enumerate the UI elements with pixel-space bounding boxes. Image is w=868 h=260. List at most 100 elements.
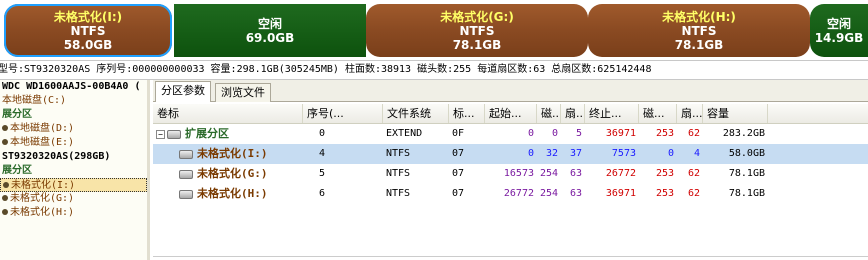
partition-block-h[interactable]: 未格式化(H:) NTFS 78.1GB xyxy=(588,4,810,57)
free-space-block-1[interactable]: 空闲 69.0GB xyxy=(174,4,366,57)
row-start-sector: 63 xyxy=(569,168,582,179)
tree-partition-h[interactable]: 未格式化(H:) xyxy=(0,206,147,220)
row-start-cyl: 0 xyxy=(527,148,534,159)
row-capacity: 78.1GB xyxy=(728,188,765,199)
table-row[interactable]: 未格式化(H:) 6 NTFS 07 26772 254 63 36971 25… xyxy=(153,184,868,204)
col-header-capacity[interactable]: 容量 xyxy=(703,104,768,123)
row-start-sector: 5 xyxy=(575,128,582,139)
row-id: 07 xyxy=(452,148,465,159)
row-start-head: 254 xyxy=(540,168,559,179)
col-header-start-cyl[interactable]: 起始... xyxy=(485,104,537,123)
col-header-end-sector[interactable]: 扇... xyxy=(677,104,703,123)
table-header: 卷标 序号(... 文件系统 标... 起始... 磁... 扇... 终止..… xyxy=(153,104,868,124)
tree-partition-c[interactable]: 本地磁盘(C:) xyxy=(0,94,147,108)
tree-disk-st9320320as[interactable]: ST9320320AS(298GB) xyxy=(0,150,147,164)
tree-label: 未格式化(G:) xyxy=(10,193,75,204)
row-start-head: 254 xyxy=(540,188,559,199)
tree-label: 展分区 xyxy=(2,109,32,120)
drive-icon xyxy=(167,129,181,139)
partition-fs: NTFS xyxy=(459,23,495,38)
row-start-cyl: 16573 xyxy=(503,168,534,179)
row-id: 07 xyxy=(452,168,465,179)
drive-icon xyxy=(179,189,193,199)
tree-partition-d[interactable]: 本地磁盘(D:) xyxy=(0,122,147,136)
drive-icon xyxy=(179,169,193,179)
partition-block-i[interactable]: 未格式化(I:) NTFS 58.0GB xyxy=(4,4,172,57)
row-end-head: 0 xyxy=(667,148,674,159)
partition-size: 78.1GB xyxy=(452,37,502,52)
disk-map: 未格式化(I:) NTFS 58.0GB 空闲 69.0GB 未格式化(G:) … xyxy=(0,0,868,60)
row-seq: 4 xyxy=(319,148,326,159)
drive-icon xyxy=(179,149,193,159)
disk-tree: WDC WD1600AAJS-00B4A0 ( 本地磁盘(C:) 展分区 本地磁… xyxy=(0,80,150,260)
row-end-head: 253 xyxy=(655,168,674,179)
tab-partition-params[interactable]: 分区参数 xyxy=(155,81,211,102)
table-row[interactable]: − 扩展分区 0 EXTEND 0F 0 0 5 36971 253 62 283… xyxy=(153,124,868,144)
row-id: 0F xyxy=(452,128,465,139)
row-fs: NTFS xyxy=(386,168,411,179)
row-end-cyl: 36971 xyxy=(605,128,636,139)
col-header-label[interactable]: 卷标 xyxy=(153,104,303,123)
row-end-head: 253 xyxy=(655,128,674,139)
partition-fs: NTFS xyxy=(681,23,717,38)
tree-label: 本地磁盘(C:) xyxy=(2,95,67,106)
tree-partition-e[interactable]: 本地磁盘(E:) xyxy=(0,136,147,150)
tab-browse-files[interactable]: 浏览文件 xyxy=(215,83,271,102)
row-start-sector: 37 xyxy=(569,148,582,159)
tree-label: 未格式化(I:) xyxy=(11,180,76,191)
row-end-cyl: 7573 xyxy=(611,148,636,159)
row-fs: EXTEND xyxy=(386,128,423,139)
row-name: 未格式化(G:) xyxy=(197,167,268,180)
partition-icon xyxy=(2,195,8,201)
table-row[interactable]: 未格式化(G:) 5 NTFS 07 16573 254 63 26772 25… xyxy=(153,164,868,184)
row-name: 未格式化(I:) xyxy=(197,147,268,160)
row-seq: 0 xyxy=(319,128,326,139)
tree-disk-wdc[interactable]: WDC WD1600AAJS-00B4A0 ( xyxy=(0,80,147,94)
partition-block-g[interactable]: 未格式化(G:) NTFS 78.1GB xyxy=(366,4,588,57)
panel-bottom-divider xyxy=(153,256,868,260)
tree-label: 本地磁盘(D:) xyxy=(10,123,75,134)
col-header-start-head[interactable]: 磁... xyxy=(537,104,561,123)
col-header-id[interactable]: 标... xyxy=(449,104,485,123)
row-fs: NTFS xyxy=(386,188,411,199)
partition-label: 未格式化(G:) xyxy=(440,9,514,24)
row-end-cyl: 36971 xyxy=(605,188,636,199)
tree-extended-1[interactable]: 展分区 xyxy=(0,108,147,122)
tree-partition-i[interactable]: 未格式化(I:) xyxy=(0,178,147,192)
collapse-icon[interactable]: − xyxy=(156,129,165,139)
tree-partition-g[interactable]: 未格式化(G:) xyxy=(0,192,147,206)
tree-extended-2[interactable]: 展分区 xyxy=(0,164,147,178)
row-seq: 6 xyxy=(319,188,326,199)
row-name: 未格式化(H:) xyxy=(197,187,268,200)
partition-fs: NTFS xyxy=(70,23,106,38)
row-capacity: 78.1GB xyxy=(728,168,765,179)
free-space-block-2[interactable]: 空闲 14.9GB xyxy=(810,4,868,57)
col-header-start-sector[interactable]: 扇... xyxy=(561,104,585,123)
row-fs: NTFS xyxy=(386,148,411,159)
free-size: 69.0GB xyxy=(245,30,295,45)
col-header-fs[interactable]: 文件系统 xyxy=(383,104,449,123)
col-header-end-head[interactable]: 磁... xyxy=(639,104,677,123)
disk-info-text: 型号:ST9320320AS 序列号:000000000033 容量:298.1… xyxy=(0,64,652,75)
table-row[interactable]: 未格式化(I:) 4 NTFS 07 0 32 37 7573 0 4 58.0… xyxy=(153,144,868,164)
tree-label: 未格式化(H:) xyxy=(10,207,75,218)
col-header-end-cyl[interactable]: 终止... xyxy=(585,104,639,123)
partition-size: 78.1GB xyxy=(674,37,724,52)
row-seq: 5 xyxy=(319,168,326,179)
tree-label: 展分区 xyxy=(2,165,32,176)
partition-size: 58.0GB xyxy=(63,37,113,52)
row-capacity: 58.0GB xyxy=(728,148,765,159)
partition-icon xyxy=(3,182,9,188)
partition-icon xyxy=(2,139,8,145)
row-id: 07 xyxy=(452,188,465,199)
tree-label: WDC WD1600AAJS-00B4A0 ( xyxy=(2,81,141,92)
row-start-head: 32 xyxy=(545,148,558,159)
col-header-seq[interactable]: 序号(... xyxy=(303,104,383,123)
partition-icon xyxy=(2,209,8,215)
row-end-sector: 62 xyxy=(687,128,700,139)
row-start-sector: 63 xyxy=(569,188,582,199)
partition-label: 未格式化(H:) xyxy=(662,9,736,24)
row-end-sector: 62 xyxy=(687,168,700,179)
row-end-head: 253 xyxy=(655,188,674,199)
free-label: 空闲 xyxy=(826,16,851,31)
